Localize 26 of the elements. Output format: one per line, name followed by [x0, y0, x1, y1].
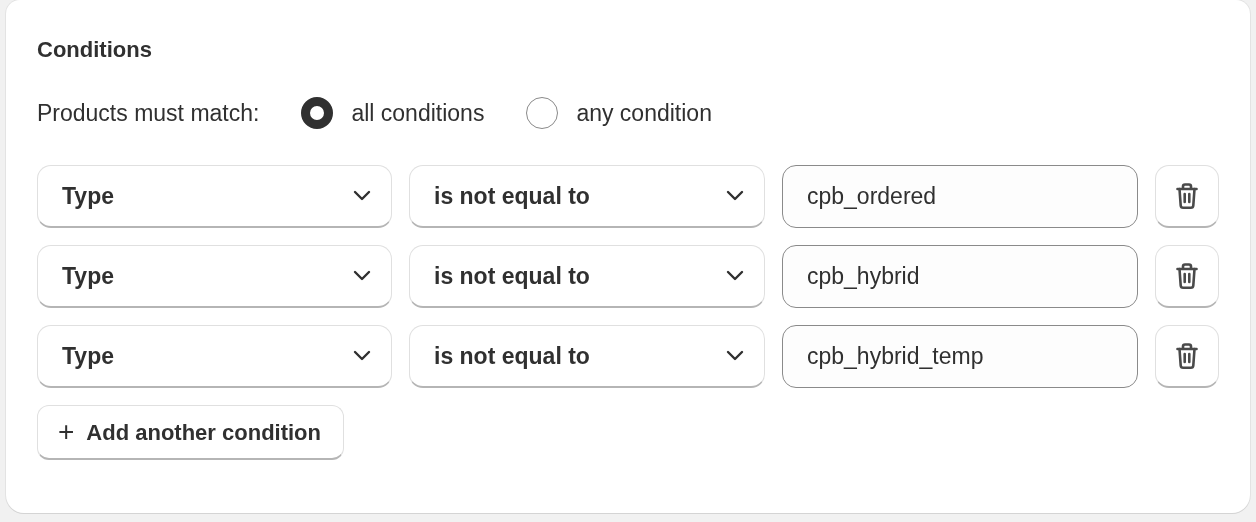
chevron-down-icon — [353, 190, 371, 202]
delete-button[interactable] — [1155, 245, 1219, 308]
trash-icon — [1176, 182, 1198, 210]
chevron-down-icon — [353, 350, 371, 362]
field-select[interactable]: Type — [37, 325, 392, 388]
radio-option[interactable]: all conditions — [301, 95, 485, 131]
trash-icon — [1176, 262, 1198, 290]
match-label: Products must match: — [37, 98, 260, 128]
add-condition-button[interactable]: + Add another condition — [37, 405, 344, 460]
chevron-down-icon — [726, 350, 744, 362]
field-select[interactable]: Type — [37, 165, 392, 228]
operator-select[interactable]: is not equal to — [409, 165, 765, 228]
delete-button[interactable] — [1155, 165, 1219, 228]
chevron-down-icon — [726, 270, 744, 282]
operator-select[interactable]: is not equal to — [409, 325, 765, 388]
section-title: Conditions — [37, 36, 153, 64]
chevron-down-icon — [353, 270, 371, 282]
operator-select[interactable]: is not equal to — [409, 245, 765, 308]
delete-button[interactable] — [1155, 325, 1219, 388]
chevron-down-icon — [726, 190, 744, 202]
field-select[interactable]: Type — [37, 245, 392, 308]
trash-icon — [1176, 342, 1198, 370]
value-input[interactable]: cpb_hybrid — [782, 245, 1138, 308]
radio-option[interactable]: any condition — [526, 95, 712, 131]
value-input[interactable]: cpb_ordered — [782, 165, 1138, 228]
value-input[interactable]: cpb_hybrid_temp — [782, 325, 1138, 388]
